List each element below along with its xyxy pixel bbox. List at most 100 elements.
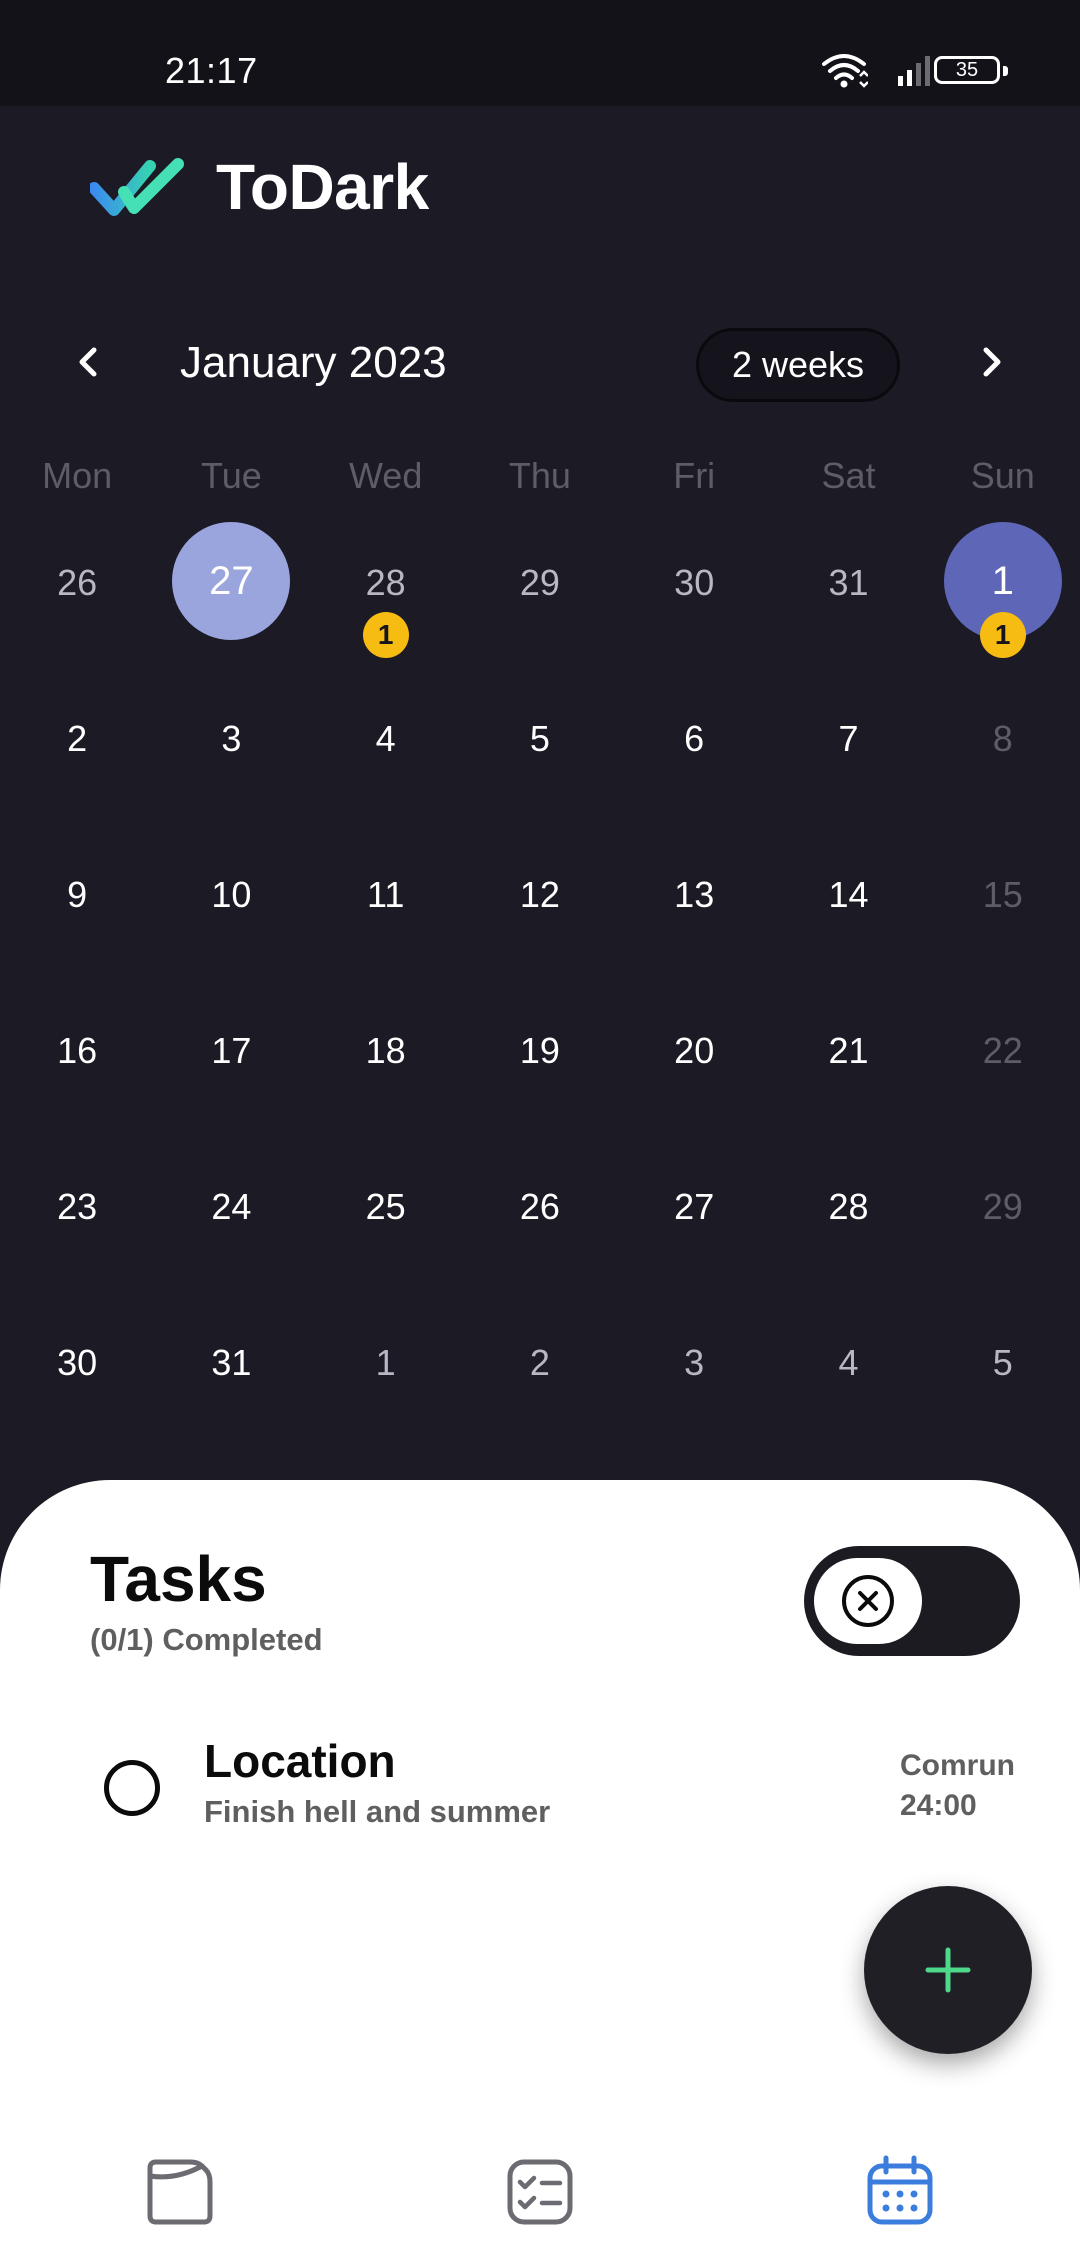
tasks-completed-count: (0/1) Completed (90, 1622, 323, 1657)
calendar-week-row: 9 10 11 12 13 14 15 (0, 816, 1080, 972)
calendar-day-number: 30 (674, 562, 715, 603)
status-time: 21:17 (165, 50, 258, 91)
nav-tasks[interactable] (500, 2152, 580, 2232)
battery-icon: 35 (934, 56, 1008, 84)
next-month-button[interactable] (966, 338, 1014, 386)
calendar-day[interactable]: 28 1 (309, 504, 463, 660)
task-count-badge: 1 (979, 612, 1026, 658)
tasks-title: Tasks (90, 1543, 267, 1615)
calendar-day-number: 4 (838, 1342, 859, 1383)
calendar-icon (867, 2155, 933, 2225)
calendar-day[interactable]: 24 (154, 1128, 308, 1284)
calendar-day[interactable]: 28 (771, 1128, 925, 1284)
calendar-day[interactable]: 17 (154, 972, 308, 1128)
calendar-day[interactable]: 7 (771, 660, 925, 816)
task-meta-line1: Comrun (900, 1749, 1015, 1782)
app-logo-icon (90, 158, 184, 216)
calendar-day-number: 28 (828, 1186, 869, 1227)
calendar-day-number: 5 (992, 1342, 1013, 1383)
weekday-label: Wed (348, 455, 423, 496)
calendar-day[interactable]: 2 (463, 1284, 617, 1440)
calendar-day[interactable]: 5 (926, 1284, 1080, 1440)
calendar-day[interactable]: 4 (771, 1284, 925, 1440)
calendar-day-number: 30 (57, 1342, 98, 1383)
calendar-grid: 26 27 28 1 29 30 31 1 1 2 3 4 5 6 7 8 9 10 11 12 13 14 15 16 17 1… (0, 504, 1080, 1440)
calendar-day[interactable]: 3 (154, 660, 308, 816)
checklist-icon (507, 2159, 573, 2225)
status-bar: 21:17 35 (0, 0, 1080, 106)
close-circle-icon (842, 1575, 894, 1627)
bottom-nav (0, 2140, 1080, 2264)
calendar-day-number: 26 (519, 1186, 560, 1227)
calendar-day-number: 3 (221, 718, 242, 759)
calendar-day-number: 1 (991, 559, 1014, 603)
nav-calendar[interactable] (860, 2152, 940, 2232)
weekday-label: Sun (970, 455, 1035, 496)
weekday-label: Tue (201, 455, 262, 496)
calendar-day[interactable]: 9 (0, 816, 154, 972)
calendar-day[interactable]: 27 (154, 504, 308, 660)
calendar-day-number: 15 (982, 874, 1023, 915)
calendar-week-row: 16 17 18 19 20 21 22 (0, 972, 1080, 1128)
calendar-day[interactable]: 4 (309, 660, 463, 816)
calendar-day[interactable]: 26 (0, 504, 154, 660)
nav-notes[interactable] (140, 2152, 220, 2232)
calendar-day[interactable]: 14 (771, 816, 925, 972)
task-description: Finish hell and summer (204, 1794, 551, 1829)
calendar-day[interactable]: 18 (309, 972, 463, 1128)
calendar-day[interactable]: 31 (771, 504, 925, 660)
task-count-badge: 1 (362, 612, 409, 658)
calendar-day[interactable]: 26 (463, 1128, 617, 1284)
calendar-day-number: 24 (211, 1186, 252, 1227)
calendar-day[interactable]: 13 (617, 816, 771, 972)
calendar-day[interactable]: 30 (617, 504, 771, 660)
calendar-day-number: 5 (529, 718, 550, 759)
calendar-day[interactable]: 29 (463, 504, 617, 660)
calendar-day[interactable]: 3 (617, 1284, 771, 1440)
calendar-day-number: 28 (365, 562, 406, 603)
calendar-day[interactable]: 30 (0, 1284, 154, 1440)
calendar-day[interactable]: 19 (463, 972, 617, 1128)
app-screen: 21:17 35 ToDark January 2023 2 weeks Mon… (0, 0, 1080, 2264)
calendar-day[interactable]: 23 (0, 1128, 154, 1284)
calendar-day[interactable]: 10 (154, 816, 308, 972)
calendar-day[interactable]: 8 (926, 660, 1080, 816)
toggle-knob (814, 1558, 922, 1644)
calendar-day-number: 14 (828, 874, 869, 915)
calendar-day-number: 12 (519, 874, 560, 915)
calendar-day[interactable]: 11 (309, 816, 463, 972)
calendar-day[interactable]: 16 (0, 972, 154, 1128)
chevron-left-icon (79, 347, 97, 377)
calendar-day-number: 27 (209, 559, 254, 603)
calendar-day-number: 16 (57, 1030, 98, 1071)
calendar-day[interactable]: 27 (617, 1128, 771, 1284)
range-toggle-button[interactable]: 2 weeks (696, 328, 900, 402)
calendar-day-number: 20 (674, 1030, 715, 1071)
calendar-day[interactable]: 1 (309, 1284, 463, 1440)
weekday-label: Sat (821, 455, 876, 496)
calendar-day[interactable]: 21 (771, 972, 925, 1128)
calendar-day[interactable]: 29 (926, 1128, 1080, 1284)
calendar-day[interactable]: 31 (154, 1284, 308, 1440)
task-meta: Comrun 24:00 (900, 1746, 1015, 1826)
calendar-day[interactable]: 22 (926, 972, 1080, 1128)
task-list-item[interactable]: Location Finish hell and summer Comrun 2… (0, 1734, 1080, 1854)
completed-filter-toggle[interactable] (804, 1546, 1020, 1656)
battery-level: 35 (955, 59, 979, 81)
prev-month-button[interactable] (66, 338, 114, 386)
calendar-day[interactable]: 20 (617, 972, 771, 1128)
calendar-week-row: 2 3 4 5 6 7 8 (0, 660, 1080, 816)
calendar-day[interactable]: 25 (309, 1128, 463, 1284)
signal-icon (898, 56, 930, 86)
calendar-day[interactable]: 15 (926, 816, 1080, 972)
calendar-day-number: 2 (529, 1342, 550, 1383)
calendar-day[interactable]: 5 (463, 660, 617, 816)
calendar-day-number: 9 (67, 874, 88, 915)
add-task-button[interactable] (864, 1886, 1032, 2054)
calendar-day[interactable]: 12 (463, 816, 617, 972)
calendar-day-number: 22 (982, 1030, 1023, 1071)
calendar-day[interactable]: 11 (926, 504, 1080, 660)
calendar-day[interactable]: 6 (617, 660, 771, 816)
calendar-day[interactable]: 2 (0, 660, 154, 816)
task-checkbox[interactable] (104, 1760, 160, 1816)
